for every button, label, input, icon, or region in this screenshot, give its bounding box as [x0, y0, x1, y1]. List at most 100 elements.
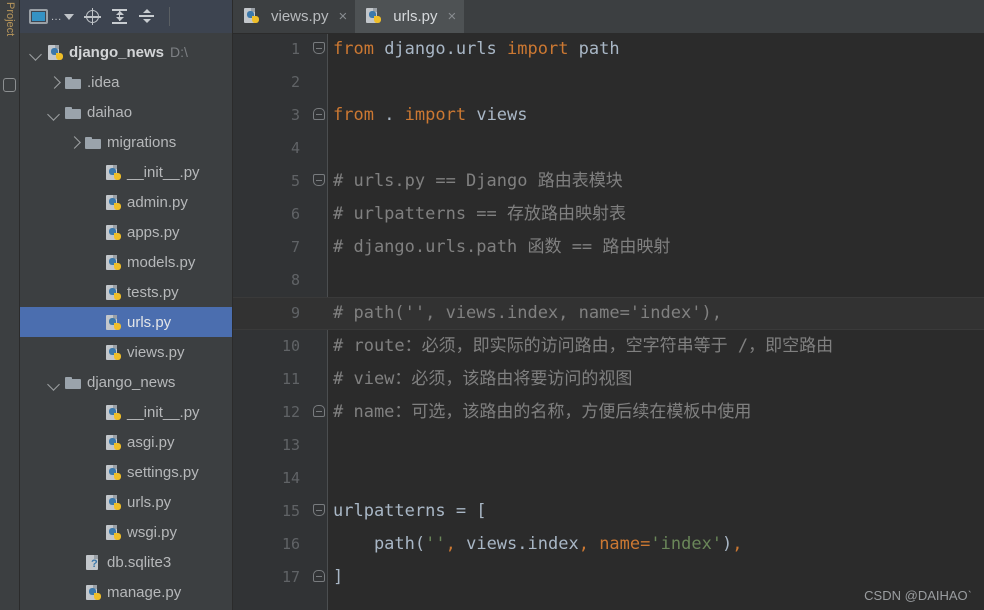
python-file-icon — [105, 194, 122, 210]
editor-tab-urls-py[interactable]: urls.py × — [355, 0, 465, 33]
code-token: views.index — [455, 534, 579, 554]
tree-item-label: __init__.py — [127, 163, 200, 181]
tree-item-urls-py[interactable]: urls.py — [20, 487, 232, 517]
collapse-all-button[interactable] — [138, 8, 155, 25]
editor-gutter[interactable]: 1 2 3 4 5 6 7 8 9 10 11 12 13 14 15 16 17 — [233, 34, 333, 610]
tree-item-label: admin.py — [127, 193, 188, 211]
tree-item-label: views.py — [127, 343, 185, 361]
tree-item-label: models.py — [127, 253, 196, 271]
tree-item-wsgi-py[interactable]: wsgi.py — [20, 517, 232, 547]
tree-item-label: urls.py — [127, 493, 172, 511]
code-line: path('', views.index, name='index'), — [333, 528, 743, 561]
tree-item-django-news[interactable]: django_news — [20, 367, 232, 397]
code-line: from django.urls import path — [333, 34, 620, 66]
python-file-icon — [105, 224, 122, 240]
python-file-icon — [105, 284, 122, 300]
tree-item-db-sqlite3[interactable]: ? db.sqlite3 — [20, 547, 232, 577]
tree-item-daihao[interactable]: daihao — [20, 97, 232, 127]
code-token: ] — [333, 567, 344, 587]
project-panel-toolbar: ... — [20, 0, 232, 33]
code-fold-minus-icon[interactable] — [312, 504, 326, 518]
code-line: # route：必须，即实际的访问路由，空字符串等于 /，即空路由 — [333, 330, 833, 363]
code-fold-house-icon[interactable] — [312, 108, 326, 122]
chevron-right-icon[interactable] — [68, 136, 81, 149]
line-number: 1 — [290, 40, 300, 58]
chevron-down-icon[interactable] — [48, 376, 61, 389]
code-fold-house-icon[interactable] — [312, 570, 326, 584]
tree-item-label: __init__.py — [127, 403, 200, 421]
tree-item-apps-py[interactable]: apps.py — [20, 217, 232, 247]
close-icon[interactable]: × — [339, 8, 348, 25]
tree-item-migrations[interactable]: migrations — [20, 127, 232, 157]
editor-code[interactable]: from django.urls import path from . impor… — [333, 34, 984, 610]
code-line: # name：可选，该路由的名称，方便后续在模板中使用 — [333, 396, 751, 429]
tree-item-admin-py[interactable]: admin.py — [20, 187, 232, 217]
code-token: ) — [722, 534, 733, 554]
chevron-right-icon[interactable] — [48, 76, 61, 89]
python-file-icon — [105, 524, 122, 540]
tree-item-label: .idea — [87, 73, 120, 91]
tree-item-manage-py[interactable]: manage.py — [20, 577, 232, 607]
expand-all-button[interactable] — [111, 8, 128, 25]
scroll-from-source-button[interactable] — [83, 8, 101, 25]
tree-item-label: django_news — [69, 43, 165, 61]
line-number: 2 — [290, 73, 300, 91]
line-number: 14 — [281, 469, 300, 487]
tree-item--init-py[interactable]: __init__.py — [20, 397, 232, 427]
code-line: # view：必须，该路由将要访问的视图 — [333, 363, 632, 396]
code-token: from — [333, 39, 374, 59]
tree-item-django-news[interactable]: django_news D:\ — [20, 37, 232, 67]
tree-item-path: D:\ — [170, 44, 188, 60]
code-line: ] — [333, 561, 343, 594]
structure-icon[interactable] — [3, 78, 16, 92]
tree-item--idea[interactable]: .idea — [20, 67, 232, 97]
python-file-icon — [85, 584, 102, 600]
tree-item-models-py[interactable]: models.py — [20, 247, 232, 277]
line-number: 12 — [281, 403, 300, 421]
editor-tab-views-py[interactable]: views.py × — [233, 0, 355, 33]
line-number: 6 — [290, 205, 300, 223]
editor-area: views.py × urls.py × 1 2 3 4 5 6 7 8 9 10 11 12 13 14 15 1… — [233, 0, 984, 610]
python-file-icon — [105, 314, 122, 330]
code-fold-minus-icon[interactable] — [312, 174, 326, 188]
python-file-icon — [105, 164, 122, 180]
tree-item-label: daihao — [87, 103, 133, 121]
close-icon[interactable]: × — [447, 8, 456, 25]
tree-item--init-py[interactable]: __init__.py — [20, 157, 232, 187]
tree-item-settings-py[interactable]: settings.py — [20, 457, 232, 487]
code-token: name — [599, 534, 641, 554]
code-token: # urls.py == Django 路由表模块 — [333, 171, 623, 191]
chevron-down-icon[interactable] — [48, 106, 61, 119]
expand-all-icon — [111, 8, 128, 25]
tree-item-tests-py[interactable]: tests.py — [20, 277, 232, 307]
watermark: CSDN @DAIHAOˋ — [864, 588, 972, 603]
line-number: 7 — [290, 238, 300, 256]
code-token: '' — [425, 534, 446, 554]
target-icon — [83, 8, 101, 25]
code-token: # name：可选，该路由的名称，方便后续在模板中使用 — [333, 402, 752, 422]
tree-item-urls-py[interactable]: urls.py — [20, 307, 232, 337]
tree-item-views-py[interactable]: views.py — [20, 337, 232, 367]
chevron-down-icon[interactable] — [30, 46, 43, 59]
tree-item-asgi-py[interactable]: asgi.py — [20, 427, 232, 457]
project-tool-window-label[interactable]: Project — [1, 2, 19, 36]
code-token: , — [445, 534, 456, 554]
code-fold-minus-icon[interactable] — [312, 42, 326, 56]
code-fold-house-icon[interactable] — [312, 405, 326, 419]
code-token: . — [373, 105, 405, 125]
tree-item-label: migrations — [107, 133, 177, 151]
project-view-selector-label: ... — [51, 10, 62, 23]
tree-item-label: urls.py — [127, 313, 172, 331]
project-view-selector[interactable]: ... — [29, 9, 74, 24]
